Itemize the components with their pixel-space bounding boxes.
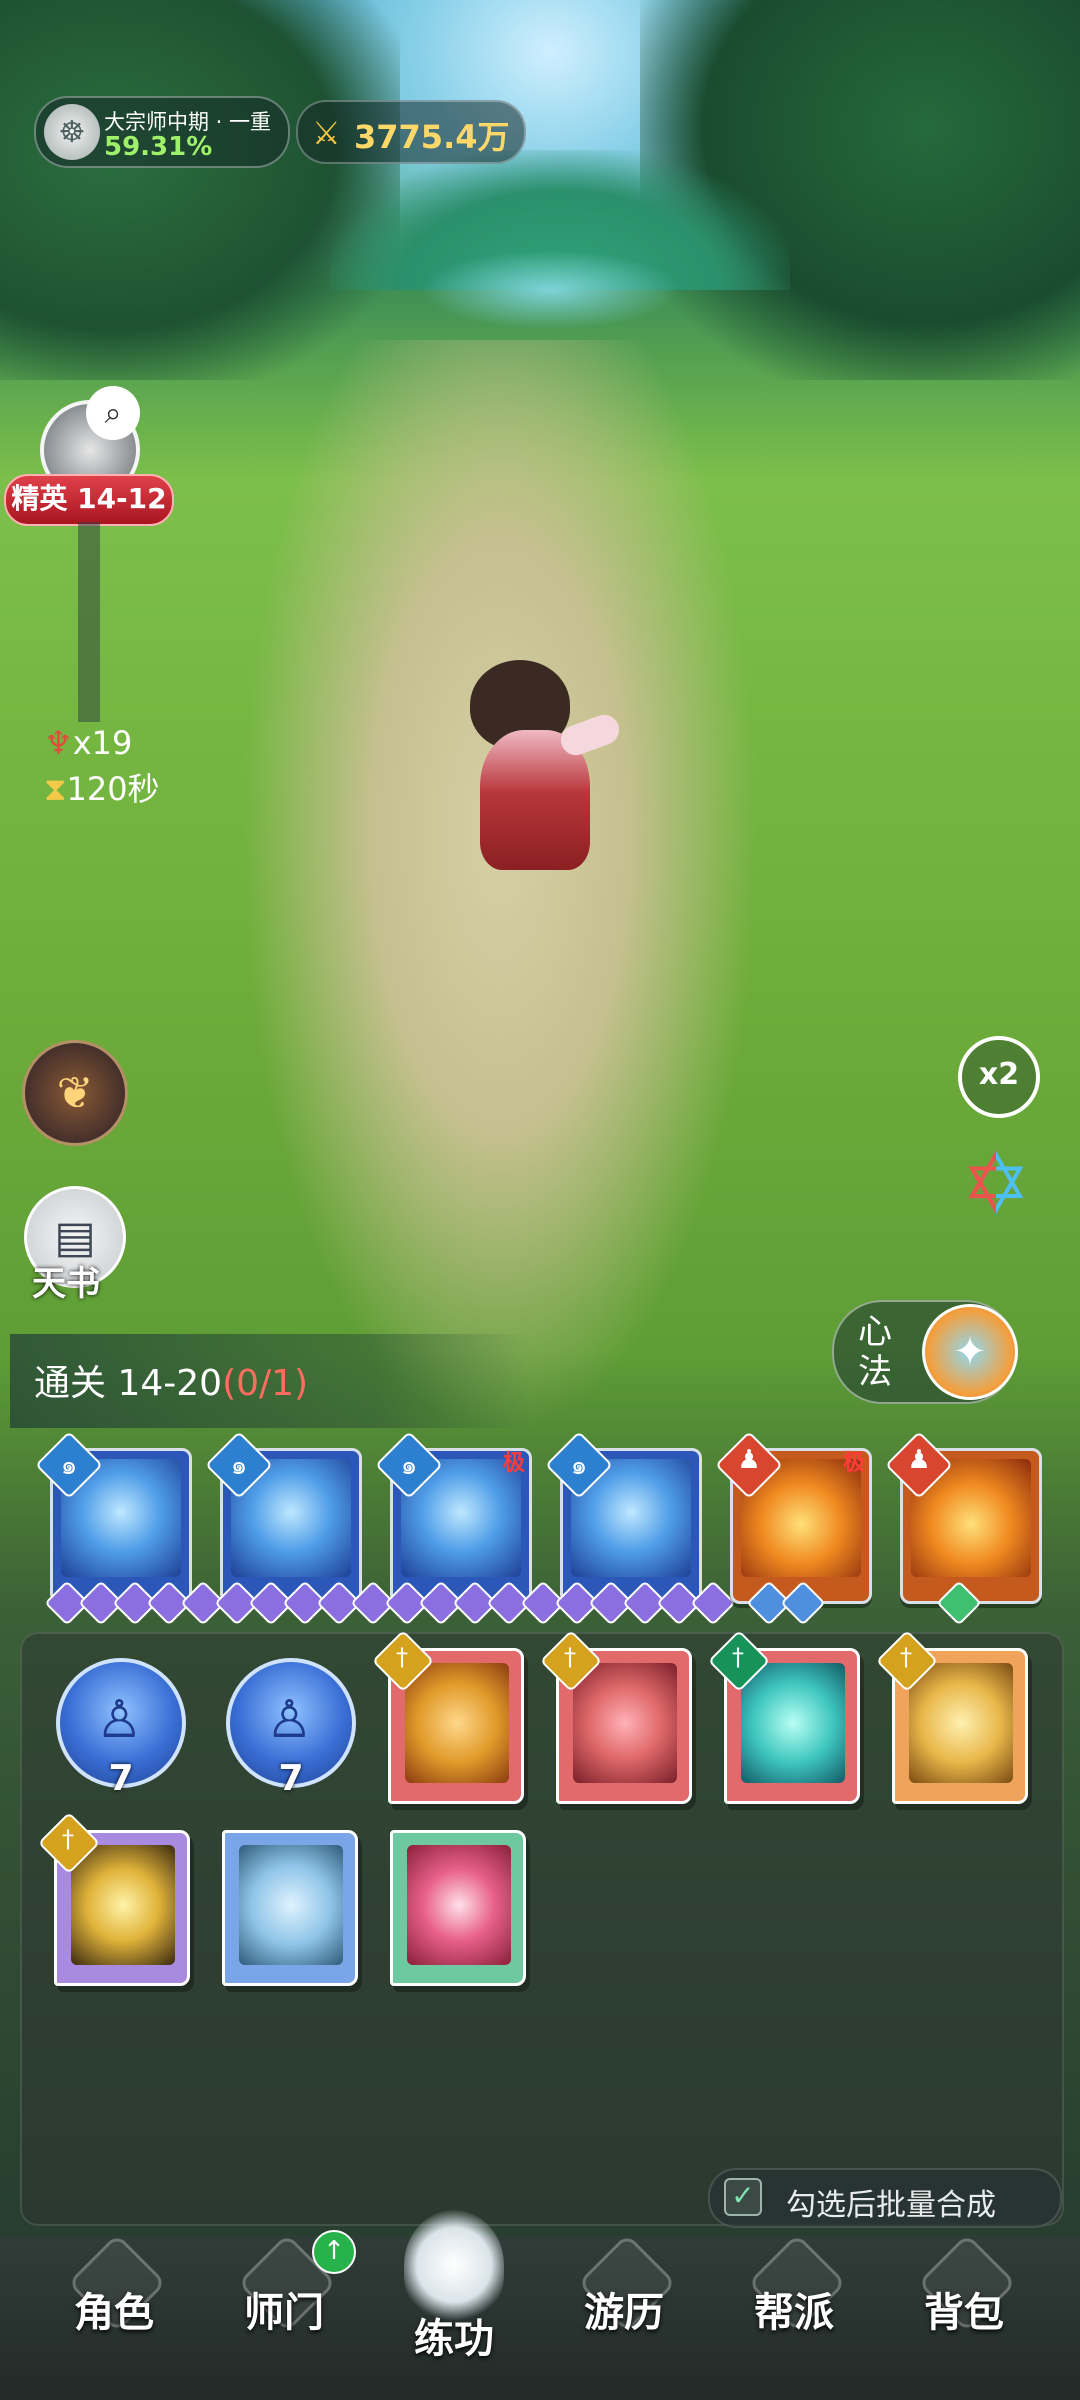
equipped-skill-card[interactable]: ๑ [205,1431,396,1626]
rank-panel[interactable]: ☸ 大宗师中期 · 一重 59.31% [34,96,290,168]
dirt-path [240,340,760,1440]
sword-icon: † [62,1825,74,1853]
skill-stars [936,1580,982,1626]
swirl-icon: ๑ [60,1451,78,1481]
figure-icon: ♙ [96,1690,143,1750]
batch-merge-label: 勾选后批量合成 [786,2188,996,2223]
pouch-icon: ❦ [56,1067,94,1119]
equipped-skill-card[interactable]: ๑ [545,1431,736,1626]
time-counter: ⧗120秒 [44,764,160,810]
combat-power-panel[interactable]: ⚔ 3775.4万 [296,100,526,164]
skill-book-item[interactable]: † [539,1629,692,1804]
equipped-skill-row: ๑ ๑ ๑ 极 ๑ ♟ 极 ♟ [0,1431,1080,1626]
nav-item-travel[interactable]: 游历 [554,2233,694,2390]
nav-item-training[interactable]: 练功 [384,2210,524,2390]
extreme-tag: 极 [842,1451,865,1476]
upgrade-arrow-icon: ↑ [312,2230,356,2274]
nav-label: 游历 [584,2290,664,2336]
skill-orb[interactable]: ♙ 7 [226,1658,356,1799]
nav-label: 背包 [924,2290,1004,2336]
nav-label: 角色 [74,2290,154,2336]
hourglass-icon: ⧗ [44,770,67,808]
skill-book-item[interactable] [390,1830,526,1986]
book-art [71,1845,175,1965]
hexagram-icon[interactable]: ✡ ✡ [952,1140,1040,1228]
clear-progress-label: 通关 14-20(0/1) [34,1354,308,1406]
swirl-icon: ๑ [400,1451,418,1481]
nav-item-guild[interactable]: 帮派 [724,2233,864,2390]
skill-stars [554,1580,736,1626]
skill-book-item[interactable] [222,1830,358,1986]
equipped-skill-card[interactable]: ๑ [35,1431,226,1626]
nav-label: 帮派 [754,2290,834,2336]
swirl-icon: ๑ [570,1451,588,1481]
xinfa-orb-icon[interactable]: ✦ [922,1304,1018,1400]
clear-progress-prefix: 通关 14-20 [34,1363,223,1404]
sword-icon: † [900,1643,912,1671]
sword-icon: † [732,1643,744,1671]
magnify-icon[interactable]: ⌕ [86,386,140,440]
swirl-icon: ๑ [230,1451,248,1481]
rank-avatar-icon: ☸ [44,104,100,160]
equipped-skill-card[interactable]: ♟ [885,1431,1042,1626]
clear-progress-count: (0/1) [222,1363,309,1404]
skill-book-item[interactable]: † [875,1629,1028,1804]
orb-count: 7 [278,1758,304,1799]
xinfa-label: 心法 [858,1312,892,1392]
orb-count: 7 [108,1758,134,1799]
time-left: 120秒 [66,770,160,808]
skill-orb[interactable]: ♙ 7 [56,1658,186,1799]
crossed-swords-icon: ⚔ [312,114,341,152]
pouch-button[interactable]: ❦ [22,1040,128,1146]
training-dummy-icon [404,2210,504,2320]
river [420,250,680,330]
sword-icon: † [564,1643,576,1671]
rank-progress: 59.31% [104,132,213,162]
skill-stars [384,1580,566,1626]
nav-item-role[interactable]: 角色 [44,2233,184,2390]
demon-icon: ♆ [44,724,73,762]
speed-toggle-button[interactable]: x2 [958,1036,1040,1118]
book-art [239,1845,343,1965]
skill-book-item[interactable]: † [371,1629,524,1804]
meditation-icon: ♟ [737,1445,761,1475]
nav-label: 练功 [414,2316,494,2362]
skill-stars [44,1580,226,1626]
stage-tag: 精英 14-12 [4,474,174,526]
book-art [405,1663,509,1783]
figure-icon: ♙ [266,1690,313,1750]
skill-stars [214,1580,396,1626]
combat-power-value: 3775.4万 [354,118,510,156]
kill-count: x19 [72,724,133,762]
extreme-tag: 极 [502,1451,525,1476]
skill-book-item[interactable]: † [37,1811,190,1986]
tianshu-label: 天书 [32,1264,100,1304]
equipped-skill-card[interactable]: ๑ 极 [375,1431,566,1626]
book-art [909,1663,1013,1783]
nav-label: 师门 [244,2290,324,2336]
stage-progress-bar [78,522,100,722]
player-character [450,640,624,880]
book-art [741,1663,845,1783]
sword-icon: † [396,1643,408,1671]
skill-book-item[interactable]: † [707,1629,860,1804]
checkbox-icon[interactable]: ✓ [724,2178,762,2216]
scroll-icon: ▤ [54,1211,96,1263]
skill-stars [746,1580,826,1626]
book-art [573,1663,677,1783]
equipped-skill-card[interactable]: ♟ 极 [715,1431,872,1626]
book-art [407,1845,511,1965]
nav-item-bag[interactable]: 背包 [894,2233,1034,2390]
meditation-icon: ♟ [907,1445,931,1475]
kill-counter: ♆x19 [44,724,132,762]
